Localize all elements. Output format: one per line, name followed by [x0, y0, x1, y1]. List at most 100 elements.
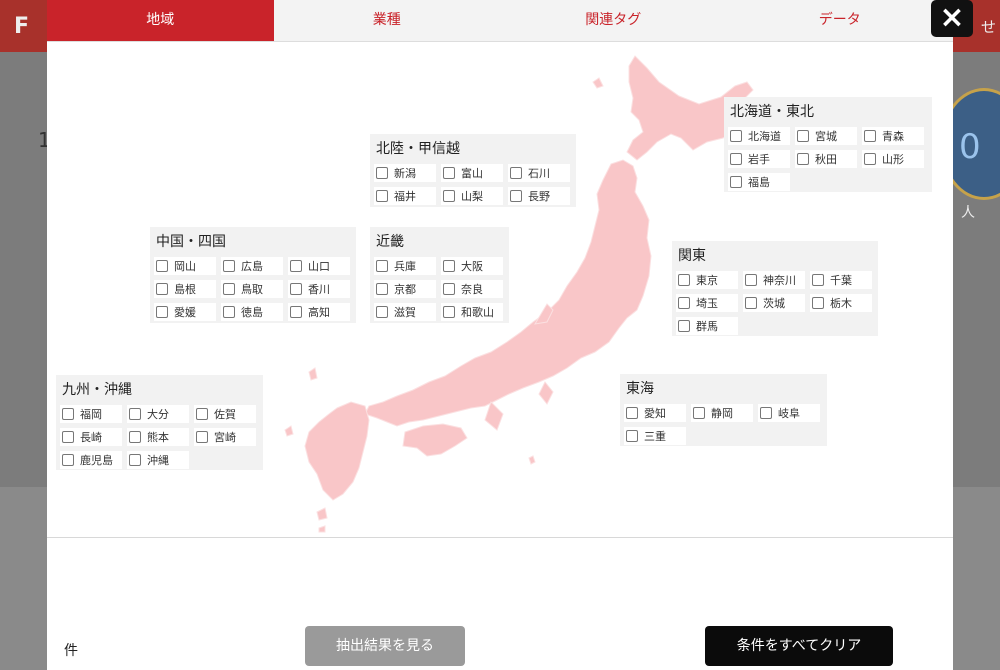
prefecture-checkbox-item[interactable]: 福井	[374, 187, 436, 205]
view-results-button[interactable]: 抽出結果を見る	[305, 626, 465, 666]
prefecture-checkbox-item[interactable]: 徳島	[221, 303, 283, 321]
prefecture-checkbox-item[interactable]: 茨城	[743, 294, 805, 312]
checkbox[interactable]	[510, 167, 522, 179]
prefecture-checkbox-item[interactable]: 和歌山	[441, 303, 503, 321]
checkbox[interactable]	[812, 297, 824, 309]
checkbox[interactable]	[693, 407, 705, 419]
checkbox[interactable]	[443, 260, 455, 272]
prefecture-checkbox-item[interactable]: 新潟	[374, 164, 436, 182]
prefecture-checkbox-item[interactable]: 島根	[154, 280, 216, 298]
prefecture-checkbox-item[interactable]: 沖縄	[127, 451, 189, 469]
checkbox[interactable]	[745, 274, 757, 286]
prefecture-checkbox-item[interactable]: 長野	[508, 187, 570, 205]
prefecture-checkbox-item[interactable]: 岡山	[154, 257, 216, 275]
checkbox[interactable]	[129, 408, 141, 420]
checkbox[interactable]	[129, 454, 141, 466]
checkbox[interactable]	[196, 408, 208, 420]
checkbox[interactable]	[678, 297, 690, 309]
checkbox[interactable]	[730, 153, 742, 165]
checkbox[interactable]	[376, 283, 388, 295]
checkbox[interactable]	[223, 260, 235, 272]
prefecture-checkbox-item[interactable]: 静岡	[691, 404, 753, 422]
prefecture-checkbox-item[interactable]: 大分	[127, 405, 189, 423]
checkbox[interactable]	[290, 283, 302, 295]
prefecture-checkbox-item[interactable]: 愛知	[624, 404, 686, 422]
prefecture-checkbox-item[interactable]: 福島	[728, 173, 790, 191]
prefecture-checkbox-item[interactable]: 群馬	[676, 317, 738, 335]
prefecture-checkbox-item[interactable]: 香川	[288, 280, 350, 298]
checkbox[interactable]	[760, 407, 772, 419]
checkbox[interactable]	[443, 167, 455, 179]
prefecture-checkbox-item[interactable]: 鳥取	[221, 280, 283, 298]
prefecture-checkbox-item[interactable]: 山梨	[441, 187, 503, 205]
prefecture-checkbox-item[interactable]: 山口	[288, 257, 350, 275]
prefecture-checkbox-item[interactable]: 熊本	[127, 428, 189, 446]
checkbox[interactable]	[62, 431, 74, 443]
prefecture-checkbox-item[interactable]: 三重	[624, 427, 686, 445]
prefecture-checkbox-item[interactable]: 千葉	[810, 271, 872, 289]
clear-all-button[interactable]: 条件をすべてクリア	[705, 626, 893, 666]
checkbox[interactable]	[443, 306, 455, 318]
prefecture-checkbox-item[interactable]: 青森	[862, 127, 924, 145]
checkbox[interactable]	[62, 408, 74, 420]
checkbox[interactable]	[290, 306, 302, 318]
prefecture-checkbox-item[interactable]: 滋賀	[374, 303, 436, 321]
checkbox[interactable]	[510, 190, 522, 202]
checkbox[interactable]	[290, 260, 302, 272]
checkbox[interactable]	[376, 306, 388, 318]
checkbox[interactable]	[376, 190, 388, 202]
prefecture-checkbox-item[interactable]: 岩手	[728, 150, 790, 168]
prefecture-checkbox-item[interactable]: 大阪	[441, 257, 503, 275]
prefecture-checkbox-item[interactable]: 佐賀	[194, 405, 256, 423]
prefecture-checkbox-item[interactable]: 岐阜	[758, 404, 820, 422]
prefecture-checkbox-item[interactable]: 北海道	[728, 127, 790, 145]
prefecture-checkbox-item[interactable]: 長崎	[60, 428, 122, 446]
checkbox[interactable]	[730, 176, 742, 188]
checkbox[interactable]	[443, 283, 455, 295]
checkbox[interactable]	[443, 190, 455, 202]
prefecture-checkbox-item[interactable]: 京都	[374, 280, 436, 298]
prefecture-checkbox-item[interactable]: 広島	[221, 257, 283, 275]
checkbox[interactable]	[62, 454, 74, 466]
checkbox[interactable]	[864, 153, 876, 165]
prefecture-checkbox-item[interactable]: 奈良	[441, 280, 503, 298]
tab-data[interactable]: データ	[727, 0, 954, 41]
checkbox[interactable]	[223, 283, 235, 295]
checkbox[interactable]	[156, 283, 168, 295]
checkbox[interactable]	[730, 130, 742, 142]
checkbox[interactable]	[156, 260, 168, 272]
prefecture-checkbox-item[interactable]: 高知	[288, 303, 350, 321]
prefecture-checkbox-item[interactable]: 東京	[676, 271, 738, 289]
prefecture-checkbox-item[interactable]: 愛媛	[154, 303, 216, 321]
checkbox[interactable]	[626, 407, 638, 419]
checkbox[interactable]	[864, 130, 876, 142]
prefecture-checkbox-item[interactable]: 石川	[508, 164, 570, 182]
checkbox[interactable]	[223, 306, 235, 318]
close-icon[interactable]: ×	[931, 0, 973, 37]
prefecture-checkbox-item[interactable]: 埼玉	[676, 294, 738, 312]
prefecture-checkbox-item[interactable]: 兵庫	[374, 257, 436, 275]
prefecture-checkbox-item[interactable]: 富山	[441, 164, 503, 182]
checkbox[interactable]	[797, 130, 809, 142]
prefecture-checkbox-item[interactable]: 山形	[862, 150, 924, 168]
prefecture-checkbox-item[interactable]: 宮崎	[194, 428, 256, 446]
checkbox[interactable]	[678, 320, 690, 332]
checkbox[interactable]	[812, 274, 824, 286]
prefecture-checkbox-item[interactable]: 栃木	[810, 294, 872, 312]
tab-related-tags[interactable]: 関連タグ	[500, 0, 727, 41]
checkbox[interactable]	[678, 274, 690, 286]
prefecture-checkbox-item[interactable]: 宮城	[795, 127, 857, 145]
checkbox[interactable]	[376, 167, 388, 179]
checkbox[interactable]	[626, 430, 638, 442]
tab-industry[interactable]: 業種	[274, 0, 501, 41]
prefecture-checkbox-item[interactable]: 鹿児島	[60, 451, 122, 469]
checkbox[interactable]	[797, 153, 809, 165]
checkbox[interactable]	[196, 431, 208, 443]
prefecture-checkbox-item[interactable]: 秋田	[795, 150, 857, 168]
checkbox[interactable]	[376, 260, 388, 272]
prefecture-checkbox-item[interactable]: 神奈川	[743, 271, 805, 289]
checkbox[interactable]	[156, 306, 168, 318]
checkbox[interactable]	[745, 297, 757, 309]
tab-region[interactable]: 地域	[47, 0, 274, 41]
checkbox[interactable]	[129, 431, 141, 443]
